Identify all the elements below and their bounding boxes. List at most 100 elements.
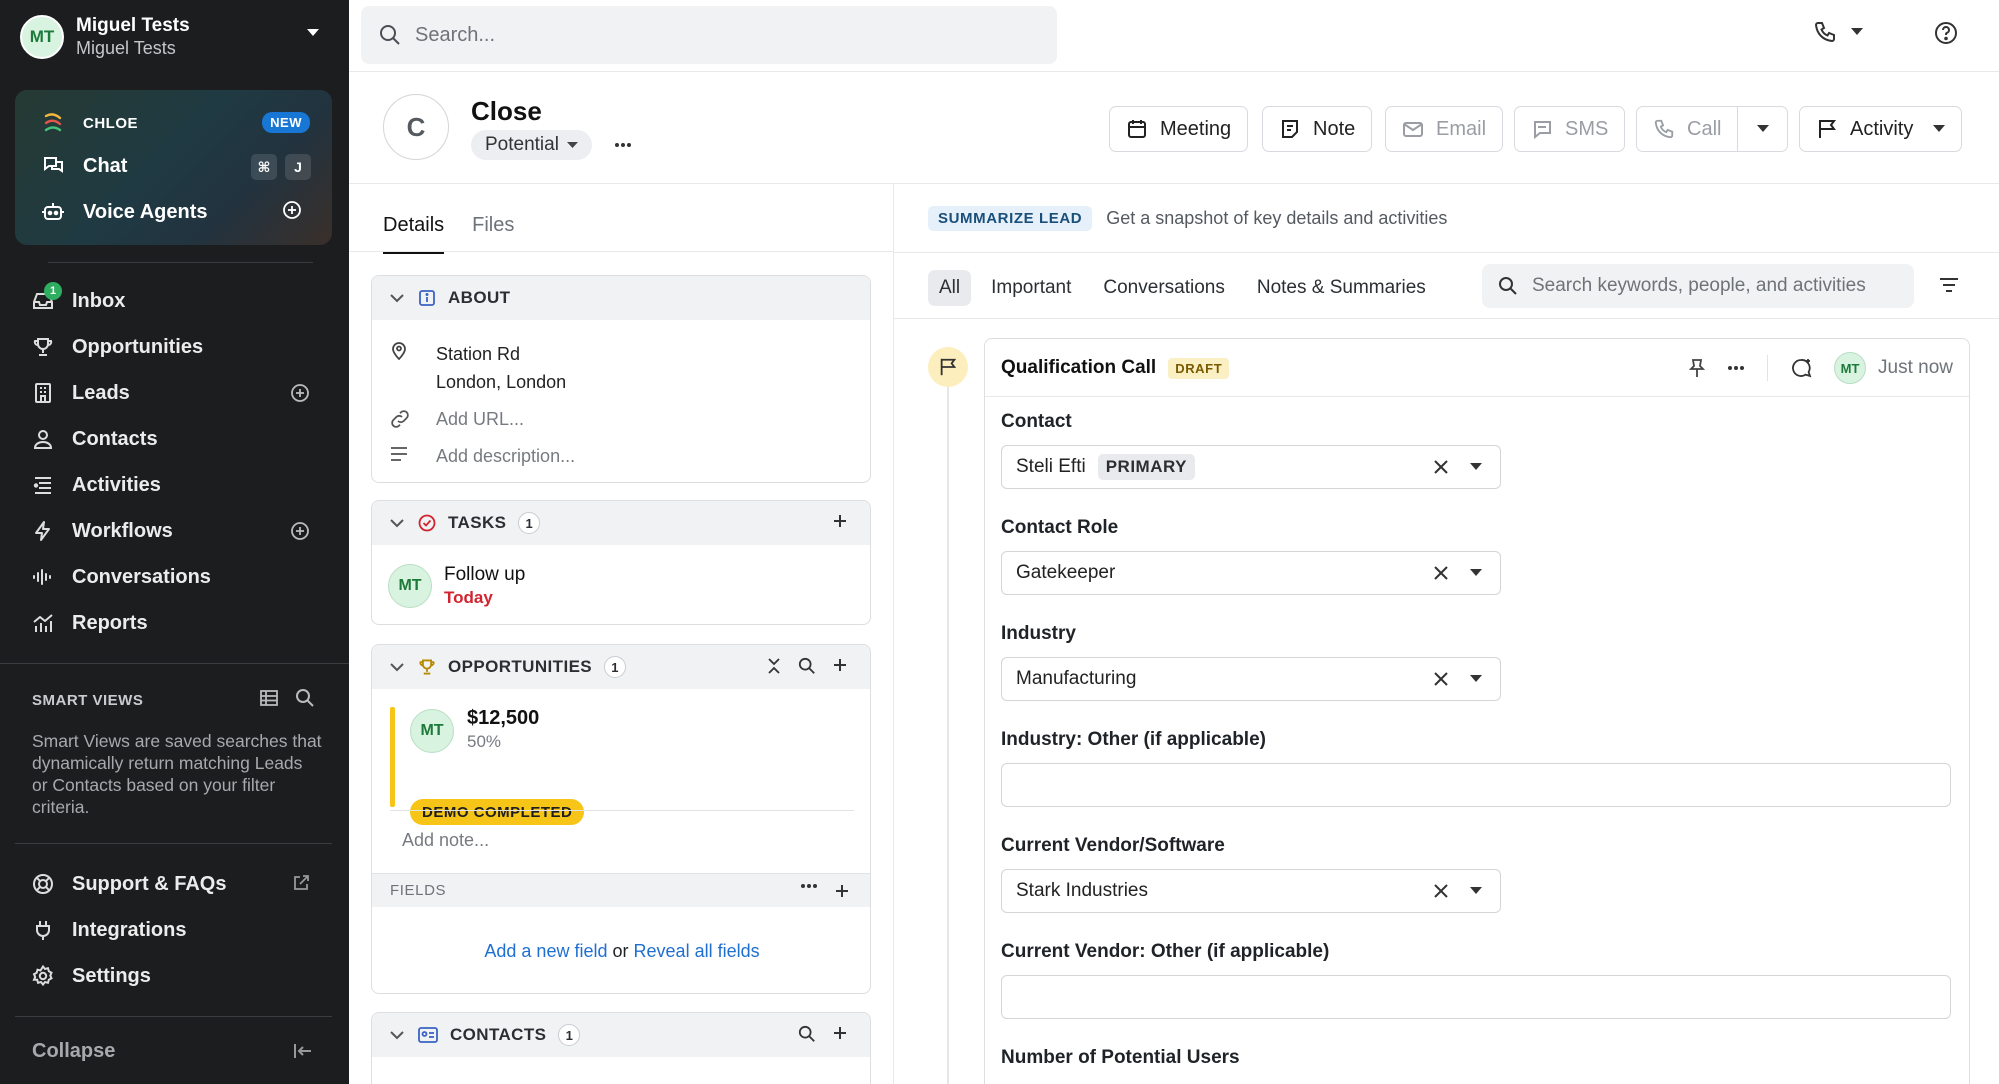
tasks-header[interactable]: TASKS 1 (372, 501, 870, 545)
plug-icon (30, 919, 56, 941)
search-icon[interactable] (798, 657, 816, 675)
nav-item-integrations[interactable]: Integrations (30, 910, 320, 950)
industry-select[interactable]: Manufacturing (1001, 657, 1501, 701)
activity-button[interactable]: Activity (1799, 106, 1963, 152)
nav-label: Reports (72, 611, 148, 634)
plus-icon[interactable] (832, 1025, 848, 1043)
pin-icon[interactable] (1689, 358, 1706, 378)
nav-item-conversations[interactable]: Conversations (30, 557, 320, 597)
flag-icon (928, 347, 968, 387)
collapse-button[interactable]: Collapse (32, 1040, 115, 1063)
industry-other-input[interactable] (1001, 763, 1951, 807)
add-new-field-link[interactable]: Add a new field (484, 941, 607, 961)
collapse-arrow-icon[interactable] (293, 1042, 313, 1060)
task-item[interactable]: MT Follow up Today (388, 563, 525, 609)
table-icon[interactable] (259, 688, 279, 708)
nav-item-workflows[interactable]: Workflows (30, 511, 320, 551)
contact-select[interactable]: Steli Efti PRIMARY (1001, 445, 1501, 489)
user-switcher[interactable]: MT Miguel Tests Miguel Tests (20, 12, 320, 62)
nav-item-activities[interactable]: Activities (30, 465, 320, 505)
phone-menu-button[interactable] (1813, 20, 1863, 44)
close-icon[interactable] (1432, 882, 1450, 900)
opportunity-value: $12,500 (467, 707, 540, 729)
details-panel: Details Files ABOUT Station Rd London, L… (349, 184, 894, 1084)
call-button[interactable]: Call (1636, 106, 1739, 152)
caret-down-icon[interactable] (1470, 887, 1482, 895)
organization-name: Miguel Tests (76, 38, 176, 58)
filter-notes-summaries[interactable]: Notes & Summaries (1257, 277, 1426, 299)
lead-status-dropdown[interactable]: Potential (471, 130, 592, 160)
global-search-input[interactable]: Search... (361, 6, 1057, 64)
summarize-lead-button[interactable]: SUMMARIZE LEAD (928, 206, 1093, 231)
plus-icon[interactable] (832, 657, 848, 675)
nav-item-reports[interactable]: Reports (30, 603, 320, 643)
more-options-icon[interactable] (614, 142, 632, 148)
search-icon[interactable] (295, 688, 315, 708)
plus-circle-icon[interactable] (290, 383, 310, 403)
reveal-all-fields-link[interactable]: Reveal all fields (634, 941, 760, 961)
filter-conversations[interactable]: Conversations (1103, 277, 1224, 299)
opportunity-item[interactable]: MT $12,500 50% DEMO COMPLETED (372, 689, 870, 825)
address-row[interactable]: Station Rd London, London (390, 340, 566, 396)
close-icon[interactable] (1432, 458, 1450, 476)
call-options-button[interactable] (1738, 106, 1788, 152)
lifebuoy-icon (30, 873, 56, 895)
tab-files[interactable]: Files (472, 214, 514, 254)
plus-circle-icon[interactable] (282, 200, 302, 220)
sms-button[interactable]: SMS (1514, 106, 1626, 152)
top-bar: Search... (349, 0, 1999, 72)
email-button[interactable]: Email (1385, 106, 1504, 152)
lead-name[interactable]: Close (471, 96, 542, 127)
activity-search-input[interactable]: Search keywords, people, and activities (1482, 264, 1914, 308)
add-note-field[interactable]: Add note... (402, 830, 489, 851)
voice-agents-item[interactable]: Voice Agents (39, 200, 207, 224)
inbox-count-badge: 1 (44, 282, 62, 300)
filter-important[interactable]: Important (991, 277, 1071, 299)
activity-search-placeholder: Search keywords, people, and activities (1532, 275, 1866, 296)
avatar: MT (388, 564, 432, 608)
email-label: Email (1436, 117, 1487, 140)
nav-item-settings[interactable]: Settings (30, 956, 320, 996)
caret-down-icon[interactable] (306, 28, 320, 38)
filter-all[interactable]: All (928, 270, 972, 306)
close-icon[interactable] (1432, 670, 1450, 688)
collapse-all-icon[interactable] (766, 657, 782, 675)
contacts-header[interactable]: CONTACTS 1 (372, 1013, 870, 1057)
contact-value: Steli Efti (1016, 456, 1086, 477)
add-description-field[interactable]: Add description... (390, 446, 575, 467)
nav-item-opportunities[interactable]: Opportunities (30, 327, 320, 367)
search-icon[interactable] (798, 1025, 816, 1043)
close-icon[interactable] (1432, 564, 1450, 582)
add-url-field[interactable]: Add URL... (390, 409, 524, 430)
note-button[interactable]: Note (1262, 106, 1373, 152)
comment-icon[interactable] (1790, 357, 1812, 379)
about-header[interactable]: ABOUT (372, 276, 870, 320)
nav-item-contacts[interactable]: Contacts (30, 419, 320, 459)
vendor-select[interactable]: Stark Industries (1001, 869, 1501, 913)
more-options-icon[interactable] (800, 883, 818, 899)
more-options-icon[interactable] (1727, 365, 1745, 371)
chloe-item[interactable]: CHLOE (39, 112, 138, 134)
nav-item-support[interactable]: Support & FAQs (30, 864, 320, 904)
contact-role-select[interactable]: Gatekeeper (1001, 551, 1501, 595)
summarize-lead-row[interactable]: SUMMARIZE LEAD Get a snapshot of key det… (928, 206, 1447, 231)
nav-label: Integrations (72, 918, 187, 941)
tab-details[interactable]: Details (383, 214, 445, 254)
tasks-title: TASKS (448, 513, 507, 532)
help-icon[interactable] (1934, 21, 1958, 45)
caret-down-icon (1933, 125, 1946, 133)
plus-circle-icon[interactable] (290, 521, 310, 541)
activity-card-header: Qualification Call DRAFT MT Just now (985, 339, 1969, 397)
meeting-button[interactable]: Meeting (1109, 106, 1249, 152)
nav-item-leads[interactable]: Leads (30, 373, 320, 413)
chat-item[interactable]: Chat (39, 154, 127, 178)
opportunities-header[interactable]: OPPORTUNITIES 1 (372, 645, 870, 689)
nav-item-inbox[interactable]: 1 Inbox (30, 281, 320, 321)
vendor-other-input[interactable] (1001, 975, 1951, 1019)
caret-down-icon[interactable] (1470, 675, 1482, 683)
filter-icon[interactable] (1938, 276, 1960, 294)
caret-down-icon[interactable] (1470, 463, 1482, 471)
plus-icon[interactable] (834, 883, 850, 899)
caret-down-icon[interactable] (1470, 569, 1482, 577)
plus-icon[interactable] (832, 513, 848, 529)
